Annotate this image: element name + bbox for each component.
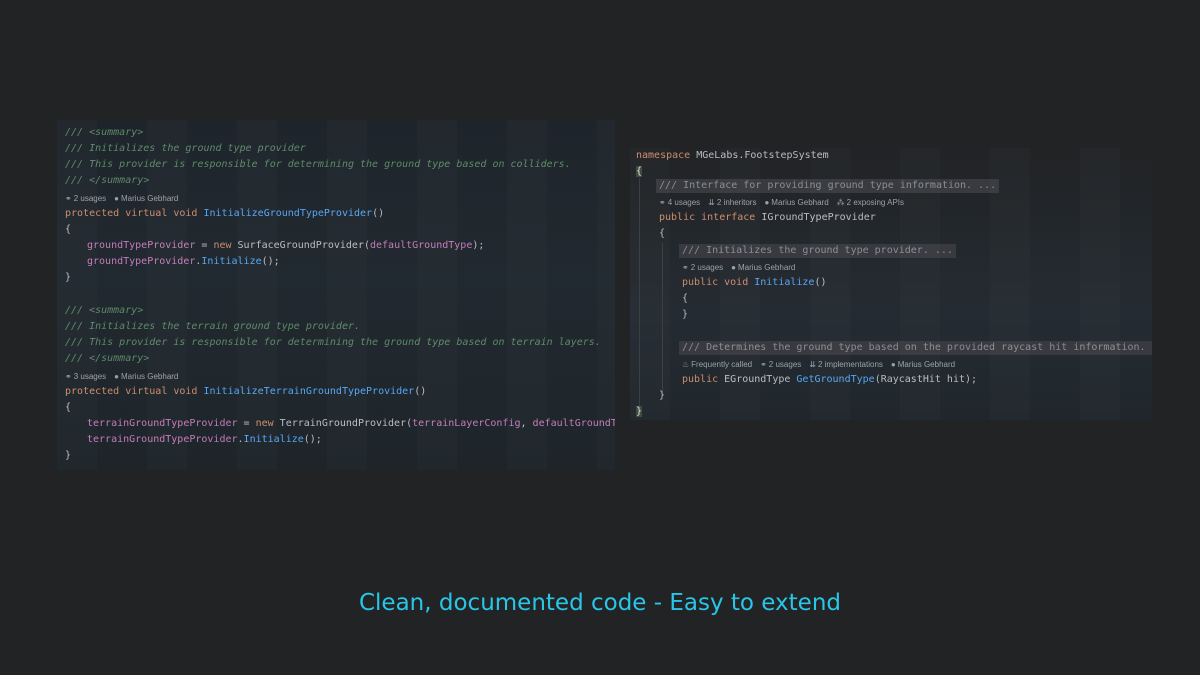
usages-hint[interactable]: ⚭ 2 usages xyxy=(65,193,106,205)
person-icon: ● xyxy=(731,263,737,272)
doc-comment-line: /// This provider is responsible for det… xyxy=(65,159,571,170)
doc-comment-line: /// Initializes the terrain ground type … xyxy=(65,321,361,332)
inheritors-icon: ⇊ xyxy=(708,198,715,207)
link-icon: ⚭ xyxy=(65,372,72,381)
interface-declaration[interactable]: public interface IGroundTypeProvider xyxy=(659,210,876,226)
inheritors-hint[interactable]: ⇊ 2 inheritors xyxy=(708,197,756,209)
left-code-panel: /// <summary> /// Initializes the ground… xyxy=(57,120,615,470)
code-vision-hints: ⚭ 2 usages ● Marius Gebhard xyxy=(65,193,178,205)
code-line[interactable]: terrainGroundTypeProvider = new TerrainG… xyxy=(87,416,615,432)
api-icon: ⁂ xyxy=(836,198,845,207)
doc-comment-line: /// This provider is responsible for det… xyxy=(65,337,601,348)
flame-icon: ♨ xyxy=(682,360,690,369)
doc-comment-line: /// Initializes the ground type provider xyxy=(65,143,306,154)
close-brace: } xyxy=(65,450,72,461)
open-brace: { xyxy=(636,166,643,177)
frequently-called-hint[interactable]: ♨ Frequently called xyxy=(682,359,752,371)
close-brace: } xyxy=(65,272,72,283)
collapsed-doc-comment[interactable]: /// Interface for providing ground type … xyxy=(656,179,1000,193)
doc-comment-line: /// <summary> xyxy=(65,305,144,316)
close-brace: } xyxy=(636,406,643,417)
implementations-icon: ⇊ xyxy=(809,360,816,369)
namespace-declaration[interactable]: namespace MGeLabs.FootstepSystem xyxy=(636,148,829,164)
usages-hint[interactable]: ⚭ 3 usages xyxy=(65,371,106,383)
caption: Clean, documented code - Easy to extend xyxy=(358,590,842,616)
author-hint[interactable]: ● Marius Gebhard xyxy=(731,262,795,274)
collapsed-doc-comment[interactable]: /// Determines the ground type based on … xyxy=(679,341,1152,355)
usages-hint[interactable]: ⚭ 2 usages xyxy=(682,262,723,274)
doc-comment-line: /// </summary> xyxy=(65,175,150,186)
implementations-hint[interactable]: ⇊ 2 implementations xyxy=(809,359,883,371)
doc-comment-line: /// <summary> xyxy=(65,127,144,138)
indent-guide xyxy=(662,243,663,393)
code-vision-hints: ♨ Frequently called ⚭ 2 usages ⇊ 2 implemen… xyxy=(682,359,955,371)
link-icon: ⚭ xyxy=(659,198,666,207)
link-icon: ⚭ xyxy=(682,263,689,272)
close-brace: } xyxy=(659,390,666,401)
open-brace: { xyxy=(65,402,72,413)
person-icon: ● xyxy=(114,372,120,381)
author-hint[interactable]: ● Marius Gebhard xyxy=(114,371,178,383)
code-vision-hints: ⚭ 2 usages ● Marius Gebhard xyxy=(682,262,795,274)
usages-hint[interactable]: ⚭ 2 usages xyxy=(760,359,801,371)
author-hint[interactable]: ● Marius Gebhard xyxy=(764,197,828,209)
link-icon: ⚭ xyxy=(65,194,72,203)
usages-hint[interactable]: ⚭ 4 usages xyxy=(659,197,700,209)
open-brace: { xyxy=(682,293,689,304)
code-line[interactable]: terrainGroundTypeProvider.Initialize(); xyxy=(87,432,322,448)
indent-guide xyxy=(639,178,640,408)
open-brace: { xyxy=(65,224,72,235)
code-vision-hints: ⚭ 4 usages ⇊ 2 inheritors ● Marius Gebhard … xyxy=(659,197,904,209)
method-signature[interactable]: protected virtual void InitializeGroundT… xyxy=(65,206,384,222)
code-vision-hints: ⚭ 3 usages ● Marius Gebhard xyxy=(65,371,178,383)
person-icon: ● xyxy=(114,194,120,203)
doc-comment-line: /// </summary> xyxy=(65,353,150,364)
exposing-apis-hint[interactable]: ⁂ 2 exposing APIs xyxy=(837,197,904,209)
method-signature[interactable]: public void Initialize() xyxy=(682,275,827,291)
code-line[interactable]: groundTypeProvider.Initialize(); xyxy=(87,254,280,270)
right-code-panel: namespace MGeLabs.FootstepSystem { /// I… xyxy=(630,148,1152,420)
author-hint[interactable]: ● Marius Gebhard xyxy=(891,359,955,371)
link-icon: ⚭ xyxy=(760,360,767,369)
method-signature[interactable]: public EGroundType GetGroundType(Raycast… xyxy=(682,372,977,388)
collapsed-doc-comment[interactable]: /// Initializes the ground type provider… xyxy=(679,244,956,258)
method-signature[interactable]: protected virtual void InitializeTerrain… xyxy=(65,384,426,400)
open-brace: { xyxy=(659,228,666,239)
person-icon: ● xyxy=(890,360,896,369)
close-brace: } xyxy=(682,309,689,320)
code-line[interactable]: groundTypeProvider = new SurfaceGroundPr… xyxy=(87,238,484,254)
author-hint[interactable]: ● Marius Gebhard xyxy=(114,193,178,205)
person-icon: ● xyxy=(764,198,770,207)
